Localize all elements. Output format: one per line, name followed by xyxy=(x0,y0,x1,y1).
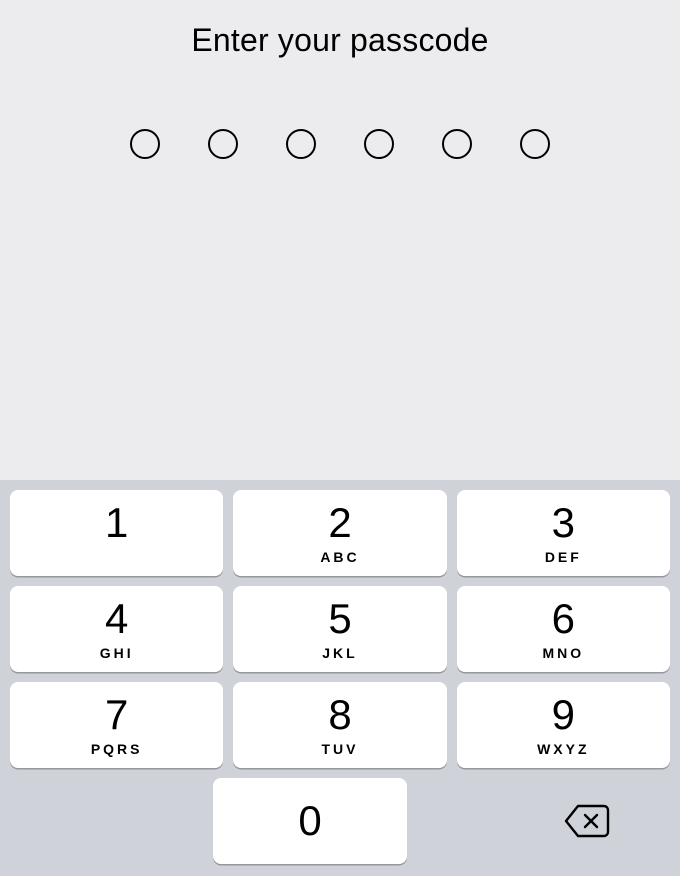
passcode-top-area: Enter your passcode xyxy=(0,0,680,480)
key-digit: 7 xyxy=(105,694,128,736)
keypad-delete-button[interactable] xyxy=(417,778,670,864)
key-letters: ABC xyxy=(320,550,359,564)
keypad-key-5[interactable]: 5 JKL xyxy=(233,586,446,672)
passcode-title: Enter your passcode xyxy=(191,22,488,59)
key-digit: 2 xyxy=(328,502,351,544)
keypad-key-4[interactable]: 4 GHI xyxy=(10,586,223,672)
keypad-row-3: 7 PQRS 8 TUV 9 WXYZ xyxy=(10,682,670,768)
keypad-spacer xyxy=(10,778,203,864)
passcode-screen: Enter your passcode 1 2 ABC 3 DEF xyxy=(0,0,680,876)
keypad-row-1: 1 2 ABC 3 DEF xyxy=(10,490,670,576)
keypad-row-4: 0 xyxy=(10,778,670,864)
keypad-key-1[interactable]: 1 xyxy=(10,490,223,576)
key-digit: 8 xyxy=(328,694,351,736)
key-digit: 9 xyxy=(552,694,575,736)
key-digit: 1 xyxy=(105,502,128,544)
key-digit: 5 xyxy=(328,598,351,640)
keypad-key-6[interactable]: 6 MNO xyxy=(457,586,670,672)
keypad-key-2[interactable]: 2 ABC xyxy=(233,490,446,576)
keypad-key-8[interactable]: 8 TUV xyxy=(233,682,446,768)
key-digit: 0 xyxy=(298,800,321,842)
key-letters: WXYZ xyxy=(537,742,589,756)
key-digit: 3 xyxy=(552,502,575,544)
key-letters: PQRS xyxy=(91,742,143,756)
passcode-dot xyxy=(364,129,394,159)
key-letters: JKL xyxy=(322,646,357,660)
delete-left-icon xyxy=(564,804,610,838)
keypad-row-2: 4 GHI 5 JKL 6 MNO xyxy=(10,586,670,672)
keypad-key-7[interactable]: 7 PQRS xyxy=(10,682,223,768)
key-letters: TUV xyxy=(321,742,358,756)
key-digit: 4 xyxy=(105,598,128,640)
numeric-keypad: 1 2 ABC 3 DEF 4 GHI 5 JKL 6 MN xyxy=(0,480,680,876)
key-letters: DEF xyxy=(545,550,582,564)
passcode-dot xyxy=(520,129,550,159)
keypad-key-0[interactable]: 0 xyxy=(213,778,406,864)
passcode-dot xyxy=(286,129,316,159)
keypad-key-9[interactable]: 9 WXYZ xyxy=(457,682,670,768)
keypad-key-3[interactable]: 3 DEF xyxy=(457,490,670,576)
key-digit: 6 xyxy=(552,598,575,640)
passcode-dot xyxy=(442,129,472,159)
key-letters: MNO xyxy=(542,646,584,660)
passcode-dot xyxy=(208,129,238,159)
key-letters: GHI xyxy=(100,646,134,660)
passcode-dots-row xyxy=(130,129,550,159)
passcode-dot xyxy=(130,129,160,159)
